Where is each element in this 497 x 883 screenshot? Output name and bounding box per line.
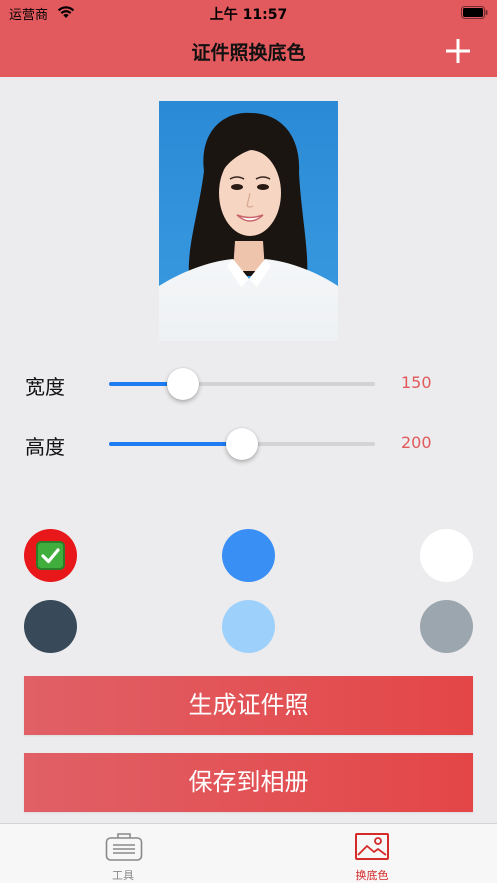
height-value: 200 (401, 433, 432, 452)
width-slider-thumb[interactable] (167, 368, 200, 400)
swatch-white[interactable] (420, 529, 473, 582)
battery-icon (461, 6, 488, 19)
tab-bar: 工具 换底色 (0, 823, 497, 883)
width-slider[interactable] (109, 368, 375, 400)
image-icon (355, 833, 389, 860)
tab-tools[interactable]: 工具 (0, 824, 248, 883)
height-slider-fill (109, 442, 242, 446)
tab-tools-label: 工具 (112, 869, 134, 882)
swatch-blue[interactable] (222, 529, 275, 582)
swatch-red[interactable] (24, 529, 77, 582)
width-slider-row: 宽度 150 (0, 363, 497, 403)
height-slider-row: 高度 200 (0, 423, 497, 463)
toolbox-icon (105, 833, 143, 861)
portrait-image (159, 101, 338, 341)
swatch-light-blue[interactable] (222, 600, 275, 653)
tab-change-background-label: 换底色 (355, 869, 389, 882)
height-slider-thumb[interactable] (226, 428, 258, 460)
id-photo (159, 101, 338, 341)
clock: 上午 11:57 (209, 7, 288, 23)
check-mark-icon (36, 541, 65, 570)
swatch-gray[interactable] (420, 600, 473, 653)
save-to-album-button[interactable]: 保存到相册 (24, 753, 473, 812)
page-title: 证件照换底色 (191, 42, 306, 64)
tab-change-background[interactable]: 换底色 (248, 824, 496, 883)
generate-photo-button[interactable]: 生成证件照 (24, 676, 473, 735)
height-slider[interactable] (109, 428, 375, 460)
plus-icon[interactable] (445, 38, 471, 64)
width-value: 150 (401, 373, 432, 392)
height-label: 高度 (25, 435, 65, 459)
header: 运营商 上午 11:57 证件照换底色 (0, 0, 497, 77)
status-bar: 运营商 上午 11:57 (0, 0, 497, 26)
width-label: 宽度 (25, 375, 65, 399)
swatch-dark-slate[interactable] (24, 600, 77, 653)
